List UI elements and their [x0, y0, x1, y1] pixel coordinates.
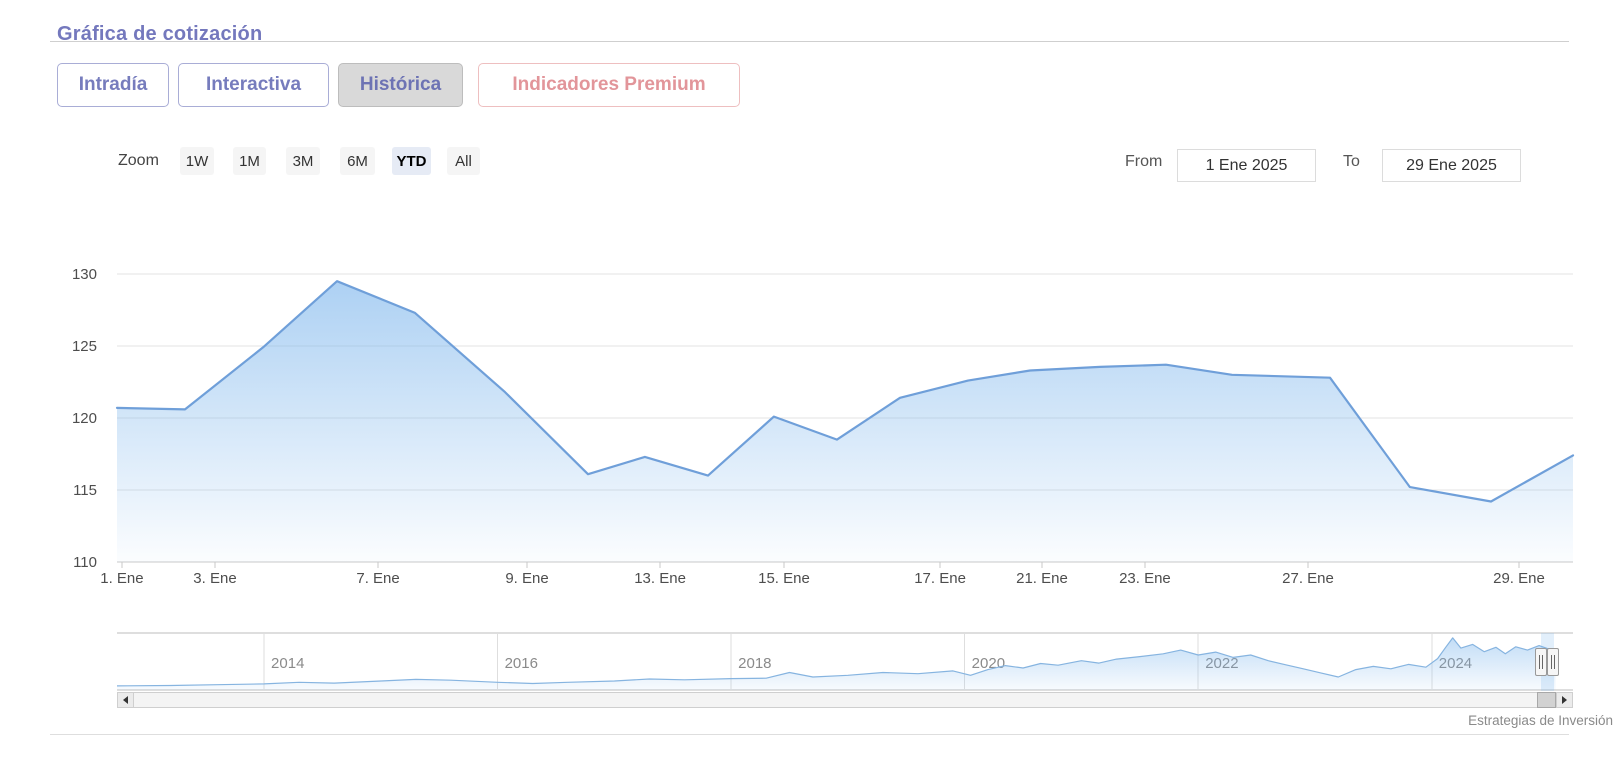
left-arrow-icon	[123, 696, 128, 704]
x-axis-label: 29. Ene	[1493, 570, 1545, 587]
scrollbar-track[interactable]	[117, 692, 1573, 708]
y-axis-label: 125	[72, 338, 97, 355]
right-arrow-icon	[1562, 696, 1567, 704]
x-axis-label: 7. Ene	[356, 570, 399, 587]
quote-chart-panel: Gráfica de cotización Intradía Interacti…	[0, 0, 1619, 759]
navigator-chart: 201420162018202020222024	[117, 633, 1573, 690]
scrollbar-thumb[interactable]	[1537, 692, 1556, 708]
navigator-handle-right[interactable]	[1547, 648, 1559, 676]
handle-grip	[1554, 655, 1555, 669]
nav-year-label: 2016	[505, 655, 538, 672]
y-axis-label: 130	[72, 266, 97, 283]
x-axis-label: 13. Ene	[634, 570, 686, 587]
x-axis-label: 3. Ene	[193, 570, 236, 587]
nav-year-label: 2014	[271, 655, 304, 672]
navigator-handle-left[interactable]	[1535, 648, 1547, 676]
main-chart: 110 115 120 125 130 1. Ene 3. Ene 7. Ene 9. Ene 1…	[72, 266, 1573, 587]
y-axis-label: 120	[72, 410, 97, 427]
handle-grip	[1539, 655, 1540, 669]
bottom-divider	[50, 734, 1569, 735]
x-axis-label: 1. Ene	[100, 570, 143, 587]
y-axis-label: 115	[73, 482, 97, 499]
x-axis-label: 9. Ene	[505, 570, 548, 587]
x-axis-label: 15. Ene	[758, 570, 810, 587]
handle-grip	[1542, 655, 1543, 669]
x-axis-label: 27. Ene	[1282, 570, 1334, 587]
x-axis-label: 21. Ene	[1016, 570, 1068, 587]
scrollbar-right-arrow[interactable]	[1556, 692, 1573, 708]
x-axis-label: 23. Ene	[1119, 570, 1171, 587]
y-axis-label: 110	[73, 554, 97, 571]
nav-year-label: 2018	[738, 655, 771, 672]
price-chart: 110 115 120 125 130 1. Ene 3. Ene 7. Ene 9. Ene 1…	[0, 0, 1619, 759]
x-axis-label: 17. Ene	[914, 570, 966, 587]
scrollbar-left-arrow[interactable]	[117, 692, 134, 708]
watermark: Estrategias de Inversión	[1468, 713, 1613, 728]
price-area	[117, 281, 1573, 562]
handle-grip	[1551, 655, 1552, 669]
nav-area	[117, 638, 1556, 690]
